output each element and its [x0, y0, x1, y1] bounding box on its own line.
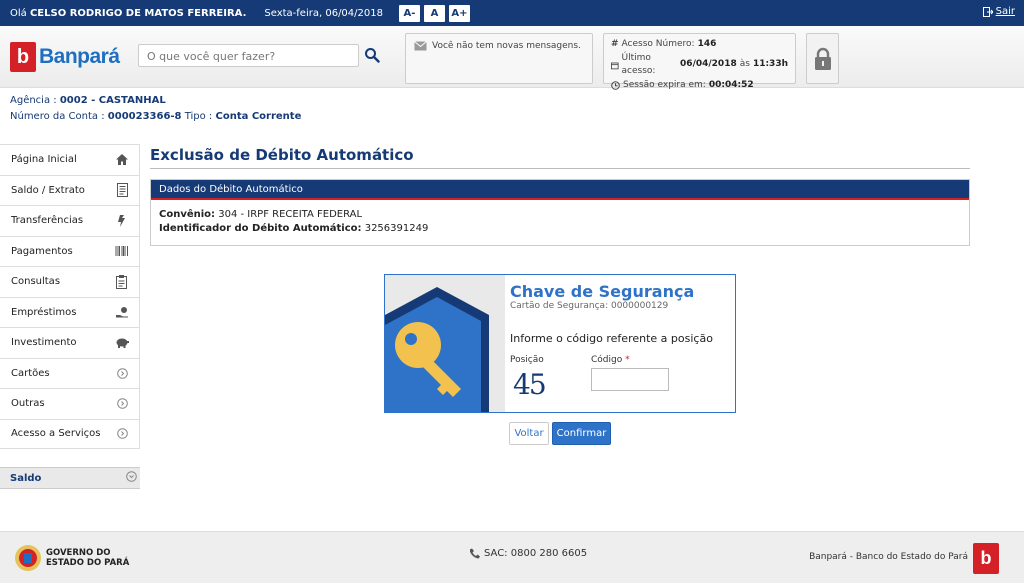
last-access-date: 06/04/2018 — [680, 59, 737, 70]
account-number: 000023366-8 — [107, 111, 182, 122]
sac-phone: SAC: 0800 280 6605 — [470, 548, 587, 559]
position-value: 45 — [513, 368, 547, 401]
font-increase-button[interactable]: A+ — [448, 4, 470, 22]
security-instruction: Informe o código referente a posição — [510, 332, 713, 345]
user-name: CELSO RODRIGO DE MATOS FERREIRA. — [29, 7, 247, 19]
account-row: Número da Conta : 000023366-8 Tipo : Con… — [10, 111, 302, 122]
banpara-logo-mark: b — [10, 42, 36, 72]
exit-label: Sair — [995, 6, 1015, 17]
chevron-right-icon — [115, 397, 129, 411]
piggy-bank-icon — [115, 336, 129, 350]
agency-value: 0002 - CASTANHAL — [59, 95, 166, 106]
saldo-toggle[interactable]: Saldo — [0, 467, 140, 489]
convenio-row: Convênio: 304 - IRPF RECEITA FEDERAL — [159, 209, 363, 220]
exit-link[interactable]: Sair — [982, 6, 1015, 17]
envelope-icon — [414, 41, 427, 51]
footer: GOVERNO DO ESTADO DO PARÁ SAC: 0800 280 6… — [0, 531, 1024, 583]
font-decrease-button[interactable]: A- — [398, 4, 420, 22]
account-info: Agência : 0002 - CASTANHAL Número da Con… — [10, 93, 301, 125]
clock-icon — [611, 80, 620, 90]
header: b Banpará O que você quer fazer? Você nã… — [0, 26, 1024, 90]
shield-key-illustration — [385, 275, 505, 412]
identificador-row: Identificador do Débito Automático: 3256… — [159, 223, 429, 234]
current-date: Sexta-feira, 06/04/2018 — [264, 7, 383, 19]
access-number-row: # Acesso Número: 146 — [611, 38, 788, 52]
state-seal-icon — [15, 545, 41, 571]
phone-icon — [470, 548, 480, 559]
code-input[interactable] — [591, 368, 669, 391]
sidebar-item-transferencias[interactable]: Transferências — [0, 205, 140, 236]
home-icon — [115, 153, 129, 167]
confirm-button[interactable]: Confirmar — [552, 422, 611, 445]
chevron-down-icon — [126, 471, 137, 485]
sidebar-item-emprestimos[interactable]: Empréstimos — [0, 296, 140, 327]
font-size-controls: A- A A+ — [395, 4, 470, 22]
top-bar: Olá CELSO RODRIGO DE MATOS FERREIRA. Sex… — [0, 0, 1024, 26]
main-content: Exclusão de Débito Automático Dados do D… — [150, 146, 970, 246]
search-button[interactable] — [364, 47, 382, 65]
last-access-time: 11:33h — [752, 59, 788, 70]
security-key-box: Chave de Segurança Cartão de Segurança: … — [384, 274, 736, 413]
sidebar-item-consultas[interactable]: Consultas — [0, 266, 140, 297]
exit-icon — [982, 6, 993, 17]
back-button[interactable]: Voltar — [509, 422, 549, 445]
document-icon — [115, 183, 129, 198]
last-access-row: Último acesso: 06/04/2018 às 11:33h — [611, 52, 788, 79]
lock-icon — [814, 47, 831, 70]
chevron-right-icon — [115, 427, 129, 441]
messages-box[interactable]: Você não tem novas mensagens. — [405, 33, 593, 84]
security-title: Chave de Segurança — [510, 282, 695, 301]
banpara-footer-logo: b — [973, 543, 999, 574]
clipboard-icon — [115, 274, 129, 289]
saldo-label: Saldo — [10, 472, 42, 484]
lock-button[interactable] — [806, 33, 839, 84]
transfer-icon — [115, 214, 129, 228]
panel-header: Dados do Débito Automático — [151, 180, 969, 200]
position-label: Posição — [510, 355, 544, 365]
session-row: Sessão expira em: 00:04:52 — [611, 79, 788, 93]
search-icon — [365, 48, 380, 63]
sidebar-item-pagina-inicial[interactable]: Página Inicial — [0, 144, 140, 175]
identificador-value: 3256391249 — [364, 223, 429, 234]
hand-money-icon — [115, 305, 129, 319]
account-type: Conta Corrente — [215, 111, 302, 122]
bank-name: Banpará - Banco do Estado do Pará — [809, 552, 968, 562]
banpara-logo[interactable]: b Banpará — [10, 42, 120, 72]
convenio-value: 304 - IRPF RECEITA FEDERAL — [218, 209, 363, 220]
access-info-box: # Acesso Número: 146 Último acesso: 06/0… — [603, 33, 796, 90]
search-input[interactable]: O que você quer fazer? — [138, 44, 359, 67]
chevron-right-icon — [115, 366, 129, 380]
page-title: Exclusão de Débito Automático — [150, 146, 970, 169]
sidebar-item-acesso-servicos[interactable]: Acesso a Serviços — [0, 418, 140, 449]
sidebar-item-investimento[interactable]: Investimento — [0, 327, 140, 358]
calendar-icon — [611, 62, 619, 69]
sidebar-item-pagamentos[interactable]: Pagamentos — [0, 235, 140, 266]
hash-icon: # — [611, 39, 619, 49]
debit-details-panel: Dados do Débito Automático Convênio: 304… — [150, 179, 970, 246]
messages-text: Você não tem novas mensagens. — [432, 41, 581, 51]
session-time: 00:04:52 — [708, 79, 754, 90]
code-label: Código * — [591, 355, 630, 365]
sidebar-item-outras[interactable]: Outras — [0, 388, 140, 419]
sidebar-item-saldo-extrato[interactable]: Saldo / Extrato — [0, 174, 140, 205]
sidebar-item-cartoes[interactable]: Cartões — [0, 357, 140, 388]
user-greeting: Olá CELSO RODRIGO DE MATOS FERREIRA. — [10, 7, 247, 19]
panel-body: Convênio: 304 - IRPF RECEITA FEDERAL Ide… — [151, 200, 969, 245]
banpara-logo-text: Banpará — [39, 45, 120, 68]
security-card-number: Cartão de Segurança: 0000000129 — [510, 301, 669, 311]
barcode-icon — [115, 244, 129, 258]
agency-row: Agência : 0002 - CASTANHAL — [10, 95, 166, 106]
access-number: 146 — [697, 39, 717, 49]
sidebar-menu: Página Inicial Saldo / Extrato Transferê… — [0, 144, 140, 449]
government-logo[interactable]: GOVERNO DO ESTADO DO PARÁ — [14, 543, 129, 573]
font-normal-button[interactable]: A — [423, 4, 445, 22]
